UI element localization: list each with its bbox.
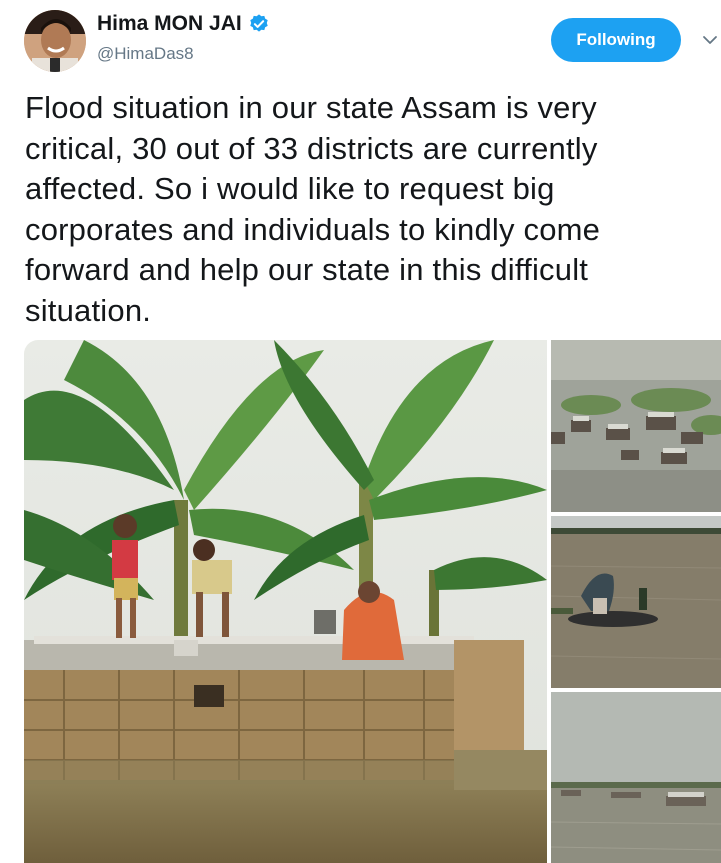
tweet-text: Flood situation in our state Assam is ve… xyxy=(25,88,705,331)
author-handle[interactable]: @HimaDas8 xyxy=(97,44,194,64)
tweet-text-line: forward and help our state in this diffi… xyxy=(25,252,589,287)
verified-icon xyxy=(248,13,270,35)
tweet-text-line: corporates and individuals to kindly com… xyxy=(25,211,601,247)
tweet-text-line: situation. xyxy=(25,292,152,328)
media-photo-main[interactable] xyxy=(24,340,547,863)
media-photo-4[interactable] xyxy=(551,692,721,863)
tweet-text-line: Flood situation in our state Assam is ve… xyxy=(25,90,597,125)
chevron-down-icon[interactable] xyxy=(702,32,718,48)
tweet-card: Hima MON JAI @HimaDas8 Following Flood s… xyxy=(0,0,721,863)
tweet-text-line: critical, 30 out of 33 districts are cur… xyxy=(25,130,598,166)
author-name[interactable]: Hima MON JAI xyxy=(97,12,242,36)
author-name-row[interactable]: Hima MON JAI xyxy=(97,12,270,36)
media-grid xyxy=(24,340,721,863)
media-photo-2[interactable] xyxy=(551,340,721,512)
tweet-text-line: affected. So i would like to request big xyxy=(25,171,555,206)
avatar[interactable] xyxy=(24,10,86,72)
following-button[interactable]: Following xyxy=(551,18,681,62)
media-photo-3[interactable] xyxy=(551,516,721,688)
